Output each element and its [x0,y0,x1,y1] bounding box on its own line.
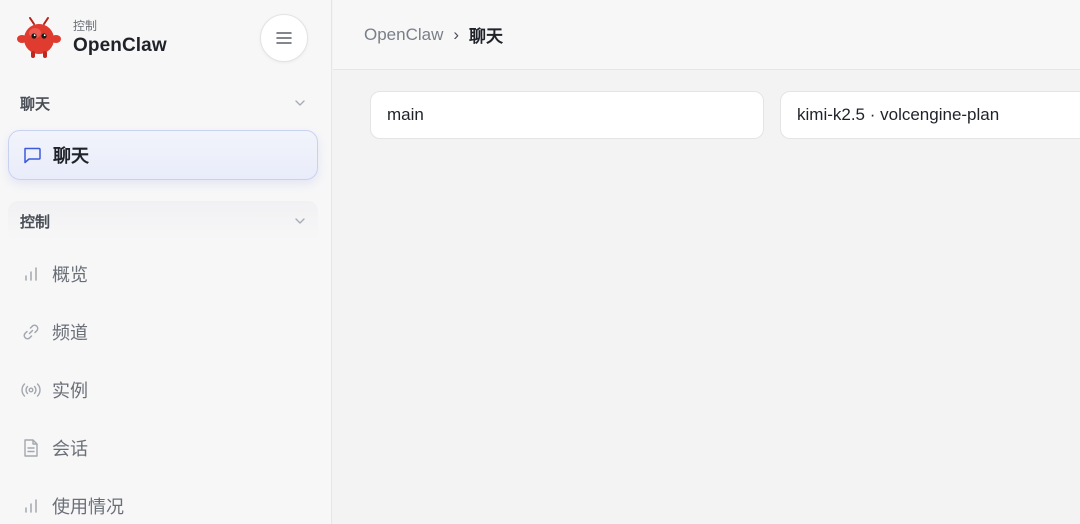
breadcrumb-root-link[interactable]: OpenClaw [364,25,443,45]
sidebar-item-instances[interactable]: 实例 [8,365,318,415]
sidebar-item-label: 概览 [52,265,88,285]
sidebar-item-label: 会话 [52,439,88,459]
model-select[interactable]: kimi-k2.5 · volcengine-plan [780,91,1080,139]
brand-subtitle: 控制 [73,19,98,33]
sidebar-item-label: 聊天 [53,146,89,166]
sidebar: 控制 OpenClaw 聊天 聊天 控制 概览 频道 实例 会话 使用情况 [0,0,332,524]
hamburger-icon [276,32,292,44]
breadcrumb: OpenClaw › 聊天 [333,0,1080,70]
section-header-chat[interactable]: 聊天 [8,83,318,123]
openclaw-logo-icon [16,15,62,61]
brand[interactable]: 控制 OpenClaw [16,14,167,62]
session-select[interactable]: main [370,91,764,139]
bar-chart-icon [20,495,42,517]
sidebar-item-chat[interactable]: 聊天 [8,130,318,180]
sidebar-item-label: 使用情况 [52,497,124,517]
section-header-control[interactable]: 控制 [8,201,318,241]
brand-title: OpenClaw [73,35,167,56]
chevron-down-icon [295,100,305,106]
sidebar-item-label: 实例 [52,381,88,401]
sidebar-item-label: 频道 [52,323,88,343]
link-icon [20,321,42,343]
breadcrumb-current: 聊天 [469,27,504,46]
section-label: 聊天 [20,95,51,113]
sidebar-item-usage[interactable]: 使用情况 [8,481,318,524]
chevron-down-icon [295,218,305,224]
document-icon [20,437,42,459]
sidebar-item-overview[interactable]: 概览 [8,249,318,299]
menu-toggle-button[interactable] [260,14,308,62]
section-label: 控制 [20,213,51,231]
sidebar-item-channels[interactable]: 频道 [8,307,318,357]
broadcast-icon [20,379,42,401]
breadcrumb-separator: › [453,24,460,44]
sidebar-item-sessions[interactable]: 会话 [8,423,318,473]
chat-bubble-icon [21,144,43,166]
bar-chart-icon [20,263,42,285]
